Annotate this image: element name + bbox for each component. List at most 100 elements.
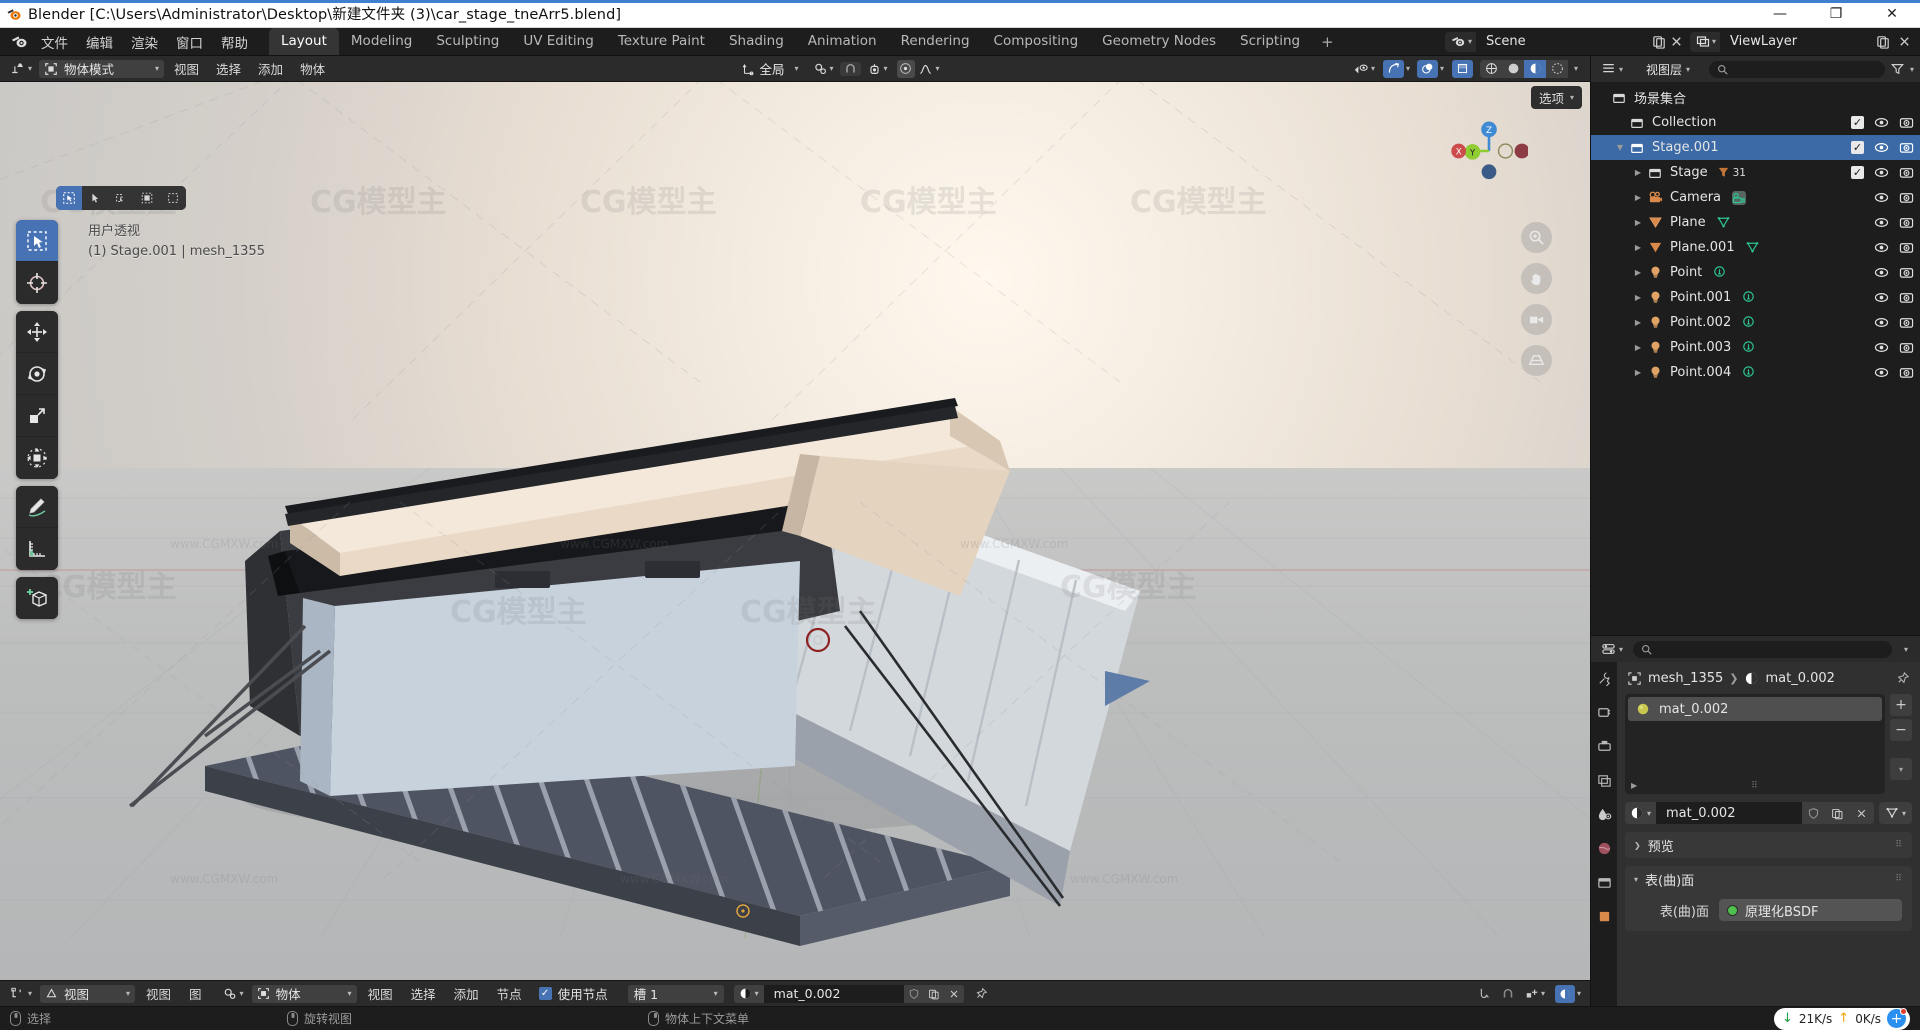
add-workspace-button[interactable]: +	[1312, 29, 1343, 55]
close-button[interactable]: ✕	[1864, 0, 1920, 28]
tab-sculpting[interactable]: Sculpting	[424, 28, 511, 55]
viewport-canvas[interactable]: CG模型主 CG模型主 CG模型主 CG模型主 CG模型主 CG模型主 CG模型…	[0, 82, 1590, 980]
viewlayer-selector[interactable]: ▾ ViewLayer	[1689, 31, 1870, 52]
outliner-row-stage[interactable]: ▶ Stage 31 ✓	[1591, 160, 1920, 185]
shader-menu-select[interactable]: 选择	[404, 982, 443, 1005]
tab-uv-editing[interactable]: UV Editing	[511, 28, 605, 55]
tab-geometry-nodes[interactable]: Geometry Nodes	[1090, 28, 1228, 55]
disable-render-icon[interactable]	[1899, 216, 1914, 229]
material-slot-selector[interactable]: 槽 1 ▾	[627, 984, 724, 1003]
outliner-row-collection[interactable]: Collection ✓	[1591, 110, 1920, 135]
minimize-button[interactable]: —	[1752, 0, 1808, 28]
new-scene-icon[interactable]	[1652, 34, 1667, 49]
unlink-material-icon[interactable]	[943, 984, 964, 1003]
move-view-button[interactable]	[1521, 263, 1552, 294]
blender-menu-icon[interactable]	[6, 34, 32, 49]
tab-layout[interactable]: Layout	[269, 28, 339, 55]
disable-render-icon[interactable]	[1899, 291, 1914, 304]
expand-triangle-icon[interactable]: ▶	[1631, 368, 1645, 377]
menu-window[interactable]: 窗口	[167, 29, 212, 55]
tool-scale[interactable]	[16, 395, 58, 437]
zoom-view-button[interactable]	[1521, 222, 1552, 253]
shading-material-preview[interactable]	[1524, 59, 1547, 78]
disable-render-icon[interactable]	[1899, 166, 1914, 179]
remove-viewlayer-icon[interactable]	[1897, 34, 1912, 49]
outliner-display-mode[interactable]: 视图层 ▾	[1632, 60, 1705, 78]
show-overlays-toggle[interactable]	[1417, 59, 1438, 78]
outliner-editor-type[interactable]: ▾	[1597, 60, 1628, 78]
hide-viewport-icon[interactable]	[1874, 166, 1889, 179]
expand-triangle-icon[interactable]: ▶	[1631, 218, 1645, 227]
expand-triangle-icon[interactable]: ▶	[1631, 318, 1645, 327]
panel-drag-dots[interactable]: ⠿	[1895, 874, 1903, 884]
outliner-filter-icon[interactable]	[1890, 62, 1905, 76]
node-magnet-icon[interactable]	[1501, 987, 1515, 1001]
menu-file[interactable]: 文件	[32, 29, 77, 55]
select-box-mode[interactable]	[56, 186, 82, 210]
outliner-row-point001[interactable]: ▶ Point.001	[1591, 285, 1920, 310]
disable-render-icon[interactable]	[1899, 116, 1914, 129]
disable-render-icon[interactable]	[1899, 241, 1914, 254]
shader-pivot-selector[interactable]: ▾	[218, 984, 248, 1003]
select-circle-mode[interactable]	[134, 186, 160, 210]
snap-node-icon[interactable]	[1477, 987, 1491, 1001]
shader-menu-image[interactable]: 图	[182, 982, 209, 1005]
shading-rendered[interactable]	[1546, 59, 1569, 78]
snap-group[interactable]	[839, 61, 861, 76]
hide-viewport-icon[interactable]	[1874, 141, 1889, 154]
browse-material-icon[interactable]: ▾	[1625, 806, 1656, 820]
duplicate-material-icon[interactable]	[923, 984, 944, 1003]
expand-triangle-icon[interactable]: ▶	[1631, 293, 1645, 302]
pin-properties-icon[interactable]	[1895, 671, 1910, 686]
select-extend-mode[interactable]	[160, 186, 186, 210]
hide-viewport-icon[interactable]	[1874, 291, 1889, 304]
tab-world[interactable]	[1593, 838, 1615, 858]
shading-caret-icon[interactable]: ▾	[1568, 59, 1585, 78]
xray-toggle[interactable]	[1452, 59, 1474, 78]
shading-solid[interactable]	[1502, 59, 1525, 78]
interaction-mode-selector[interactable]: 物体模式 ▾	[39, 59, 165, 78]
disable-render-icon[interactable]	[1899, 341, 1914, 354]
proportional-edit-group[interactable]: ▾	[893, 59, 943, 78]
camera-view-button[interactable]	[1521, 304, 1552, 335]
tab-output[interactable]	[1593, 736, 1615, 756]
new-material-copy-icon[interactable]	[1825, 802, 1850, 824]
material-browse-icon[interactable]: ▾	[734, 987, 764, 1000]
editor-type-selector[interactable]: ▾	[6, 59, 37, 78]
material-datablock-field[interactable]: ▾ mat_0.002	[1625, 802, 1874, 824]
outliner-row-point[interactable]: ▶ Point	[1591, 260, 1920, 285]
node-snap-target-group[interactable]: ▾	[1525, 987, 1545, 1001]
expand-triangle-icon[interactable]: ▶	[1631, 168, 1645, 177]
tab-object[interactable]	[1593, 906, 1615, 926]
outliner-row-plane[interactable]: ▶ Plane	[1591, 210, 1920, 235]
outliner-row-point002[interactable]: ▶ Point.002	[1591, 310, 1920, 335]
tab-rendering[interactable]: Rendering	[889, 28, 982, 55]
tool-rotate[interactable]	[16, 353, 58, 395]
expand-triangle-icon[interactable]: ▼	[1613, 143, 1627, 152]
shader-menu-view2[interactable]: 视图	[361, 982, 400, 1005]
maximize-button[interactable]: ❐	[1808, 0, 1864, 28]
expand-triangle-icon[interactable]: ▶	[1631, 268, 1645, 277]
exclude-checkbox[interactable]: ✓	[1851, 141, 1864, 154]
outliner-tree[interactable]: 场景集合 Collection ✓ ▼ Stage.001 ✓ ▶ Stage …	[1591, 82, 1920, 635]
tool-annotate[interactable]	[16, 486, 58, 528]
viewport-menu-view[interactable]: 视图	[167, 57, 206, 80]
shader-menu-view[interactable]: 视图	[139, 982, 178, 1005]
snap-target-group[interactable]: ▾	[863, 61, 891, 76]
viewlayer-name-field[interactable]: ViewLayer	[1720, 31, 1870, 52]
material-slot-list[interactable]: mat_0.002 ▶ ⠿	[1625, 694, 1885, 794]
preview-panel-header[interactable]: ❯ 预览 ⠿	[1625, 832, 1912, 858]
tool-select-box[interactable]	[16, 220, 58, 262]
material-specials-menu[interactable]: ▾	[1890, 758, 1912, 780]
shading-mode-group[interactable]: ▾	[1480, 59, 1585, 78]
outliner-row-plane001[interactable]: ▶ Plane.001	[1591, 235, 1920, 260]
remove-material-slot-button[interactable]: −	[1890, 719, 1912, 741]
surface-shader-dropdown[interactable]: 原理化BSDF	[1719, 899, 1902, 921]
outliner-row-point004[interactable]: ▶ Point.004	[1591, 360, 1920, 385]
tab-modeling[interactable]: Modeling	[339, 28, 424, 55]
shader-editor-type-selector[interactable]: ▾	[6, 984, 37, 1003]
shader-material-field[interactable]: ▾ mat_0.002	[733, 984, 964, 1003]
shading-wireframe[interactable]	[1480, 59, 1503, 78]
disable-render-icon[interactable]	[1899, 266, 1914, 279]
hide-viewport-icon[interactable]	[1874, 191, 1889, 204]
